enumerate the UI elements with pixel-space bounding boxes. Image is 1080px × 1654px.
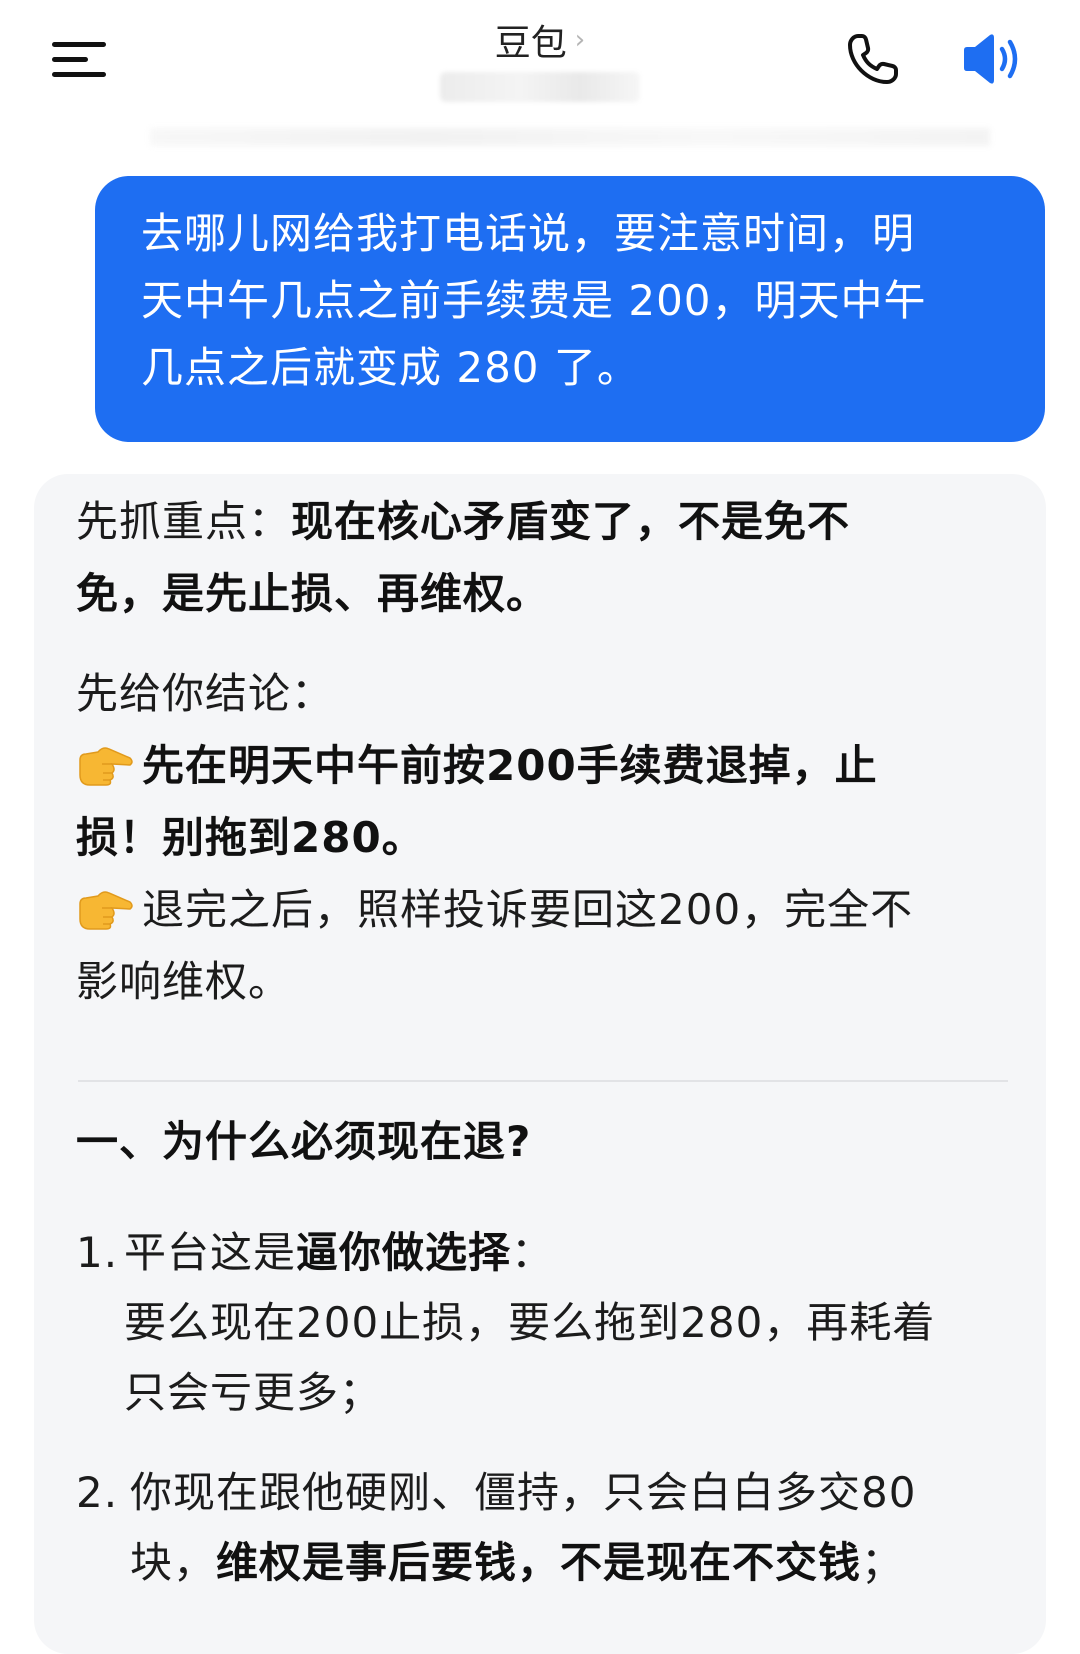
key-point-bold-1: 现在核心矛盾变了，不是免不	[291, 497, 851, 546]
top-bar: 豆包 ›	[0, 0, 1080, 146]
section-heading: 一、为什么必须现在退?	[76, 1117, 532, 1166]
key-point-label: 先抓重点：	[76, 497, 292, 546]
chat-title: 豆包	[494, 23, 567, 64]
blurred-subtitle	[440, 72, 640, 102]
chat-title-button[interactable]: 豆包 ›	[495, 14, 585, 66]
menu-bar-bottom	[52, 72, 106, 77]
list-text: 要么现在200止损，要么拖到280，再耗着	[124, 1298, 936, 1347]
phone-icon[interactable]	[844, 30, 902, 88]
list-text: 平台这是	[124, 1228, 297, 1277]
list-text: 你现在跟他硬刚、僵持，只会白白多交80	[130, 1468, 917, 1517]
list-text: 只会亏更多；	[124, 1368, 383, 1417]
list-item: 1. 平台这是逼你做选择： 要么现在200止损，要么拖到280，再耗着 只会亏更…	[76, 1218, 1006, 1428]
list-text: ：	[511, 1228, 555, 1277]
blurred-header-strip	[150, 128, 990, 146]
phone-icon-svg	[848, 34, 898, 84]
speaker-icon[interactable]	[960, 30, 1026, 88]
user-message-line: 去哪儿网给我打电话说，要注意时间，明	[141, 209, 916, 258]
user-message-line: 天中午几点之前手续费是 200，明天中午	[141, 276, 927, 325]
conclusion-item2-line2: 影响维权。	[76, 957, 292, 1006]
speaker-icon-svg	[964, 34, 1018, 84]
list-text: 块，	[130, 1538, 217, 1587]
conclusion-label: 先给你结论：	[76, 669, 335, 718]
list-number: 2.	[76, 1468, 119, 1517]
list-text: ；	[861, 1538, 905, 1587]
list-bold-text: 维权是事后要钱，不是现在不交钱	[216, 1538, 862, 1587]
key-point-paragraph: 先抓重点：现在核心矛盾变了，不是免不 免，是先止损、再维权。	[76, 486, 996, 630]
conclusion-item1-line1: 先在明天中午前按200手续费退掉，止	[142, 741, 878, 790]
chevron-right-icon: ›	[574, 25, 586, 55]
pointing-hand-icon	[79, 891, 133, 930]
conclusion-item2-line1: 退完之后，照样投诉要回这200，完全不	[142, 885, 914, 934]
conclusion-paragraph: 先给你结论： 先在明天中午前按200手续费退掉，止 损！别拖到280。 退完之后…	[76, 658, 996, 1018]
list-bold-text: 逼你做选择	[296, 1228, 512, 1277]
user-message-line: 几点之后就变成 280 了。	[141, 343, 640, 392]
title-area: 豆包 ›	[0, 14, 1080, 66]
list-item: 2. 你现在跟他硬刚、僵持，只会白白多交80 块，维权是事后要钱，不是现在不交钱…	[76, 1458, 1006, 1598]
list-number: 1.	[76, 1228, 119, 1277]
user-message-bubble[interactable]: 去哪儿网给我打电话说，要注意时间，明 天中午几点之前手续费是 200，明天中午 …	[95, 176, 1045, 442]
pointing-hand-icon	[79, 747, 133, 786]
key-point-bold-2: 免，是先止损、再维权。	[76, 569, 550, 618]
section-divider	[78, 1080, 1008, 1082]
conclusion-item1-line2: 损！别拖到280。	[76, 813, 425, 862]
